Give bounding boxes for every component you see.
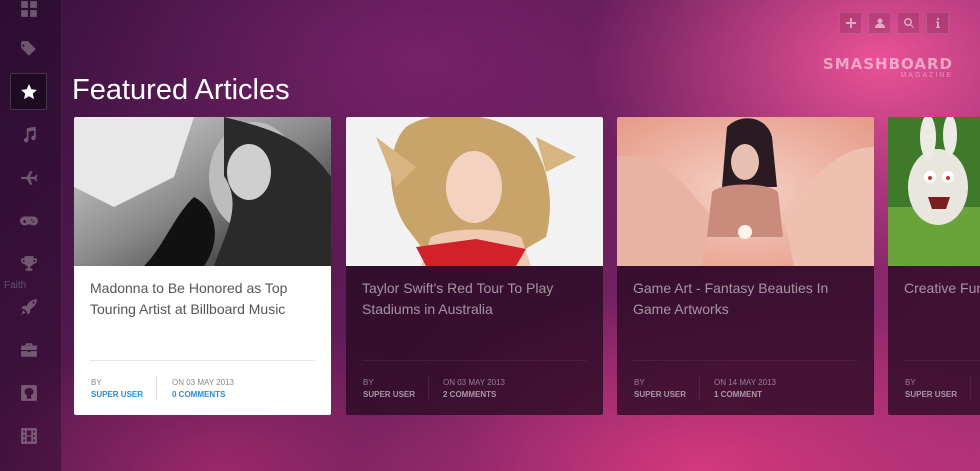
article-image[interactable] bbox=[617, 117, 874, 266]
author-meta: BY SUPER USER bbox=[634, 377, 686, 401]
user-button[interactable] bbox=[868, 12, 891, 34]
article-image[interactable] bbox=[888, 117, 980, 266]
sidebar-item-startups[interactable] bbox=[10, 288, 47, 325]
trophy-icon bbox=[20, 255, 37, 271]
author-link[interactable]: SUPER USER bbox=[91, 389, 143, 401]
rocket-icon bbox=[20, 298, 37, 315]
comments-link[interactable]: 0 COMMENTS bbox=[172, 389, 234, 401]
info-button[interactable] bbox=[926, 12, 949, 34]
divider bbox=[362, 360, 587, 361]
comments-link[interactable]: 1 COMMENT bbox=[714, 389, 776, 401]
article-date: ON 03 MAY 2013 bbox=[172, 378, 234, 387]
sidebar-item-games[interactable] bbox=[10, 202, 47, 239]
sidebar-item-code[interactable] bbox=[10, 374, 47, 411]
author-meta: BY SUPER USER bbox=[905, 377, 957, 401]
by-label: BY bbox=[363, 378, 374, 387]
article-card[interactable]: Creative Fun BY SUPER USER bbox=[888, 117, 980, 415]
film-icon bbox=[20, 427, 37, 444]
sidebar-item-movies[interactable] bbox=[10, 417, 47, 454]
article-title[interactable]: Creative Fun bbox=[904, 278, 980, 299]
by-label: BY bbox=[91, 378, 102, 387]
plane-icon bbox=[20, 170, 37, 185]
article-title[interactable]: Game Art - Fantasy Beauties In Game Artw… bbox=[633, 278, 860, 320]
music-icon bbox=[23, 126, 36, 142]
meta-separator bbox=[699, 376, 700, 400]
article-card[interactable]: Game Art - Fantasy Beauties In Game Artw… bbox=[617, 117, 874, 415]
article-card[interactable]: Taylor Swift's Red Tour To Play Stadiums… bbox=[346, 117, 603, 415]
date-meta: ON 03 MAY 2013 0 COMMENTS bbox=[172, 377, 234, 401]
meta-separator bbox=[156, 376, 157, 400]
sidebar-item-sports[interactable] bbox=[10, 245, 47, 282]
article-body: Madonna to Be Honored as Top Touring Art… bbox=[74, 266, 331, 415]
meta-separator bbox=[970, 376, 971, 400]
github-icon bbox=[20, 384, 37, 401]
search-button[interactable] bbox=[897, 12, 920, 34]
date-meta: ON 03 MAY 2013 2 COMMENTS bbox=[443, 377, 505, 401]
article-image[interactable] bbox=[74, 117, 331, 266]
meta-separator bbox=[428, 376, 429, 400]
author-link[interactable]: SUPER USER bbox=[634, 389, 686, 401]
author-link[interactable]: SUPER USER bbox=[905, 389, 957, 401]
author-meta: BY SUPER USER bbox=[91, 377, 143, 401]
tags-icon bbox=[20, 40, 36, 56]
sidebar-item-tags[interactable] bbox=[10, 30, 47, 67]
article-body: Taylor Swift's Red Tour To Play Stadiums… bbox=[346, 266, 603, 415]
divider bbox=[904, 360, 980, 361]
gamepad-icon bbox=[19, 216, 38, 225]
article-date: ON 03 MAY 2013 bbox=[443, 378, 505, 387]
sidebar-item-business[interactable] bbox=[10, 331, 47, 368]
author-link[interactable]: SUPER USER bbox=[363, 389, 415, 401]
by-label: BY bbox=[634, 378, 645, 387]
article-title[interactable]: Taylor Swift's Red Tour To Play Stadiums… bbox=[362, 278, 589, 320]
article-body: Creative Fun BY SUPER USER bbox=[888, 266, 980, 415]
grid-icon bbox=[20, 0, 37, 17]
user-icon bbox=[874, 18, 885, 28]
sidebar-item-travel[interactable] bbox=[10, 159, 47, 196]
sidebar-item-music[interactable] bbox=[10, 116, 47, 153]
logo-name: SMASHBOARD bbox=[822, 55, 953, 73]
article-image[interactable] bbox=[346, 117, 603, 266]
article-title[interactable]: Madonna to Be Honored as Top Touring Art… bbox=[90, 278, 317, 320]
divider bbox=[633, 360, 858, 361]
star-icon bbox=[20, 83, 37, 99]
site-logo[interactable]: SMASHBOARD MAGAZINE bbox=[823, 55, 953, 79]
article-card[interactable]: Madonna to Be Honored as Top Touring Art… bbox=[74, 117, 331, 415]
search-icon bbox=[903, 18, 914, 28]
logo-tagline: MAGAZINE bbox=[900, 72, 953, 79]
date-meta: ON 14 MAY 2013 1 COMMENT bbox=[714, 377, 776, 401]
by-label: BY bbox=[905, 378, 916, 387]
plus-icon bbox=[845, 18, 856, 28]
article-date: ON 14 MAY 2013 bbox=[714, 378, 776, 387]
sidebar-item-featured[interactable] bbox=[10, 73, 47, 110]
info-icon bbox=[935, 18, 940, 28]
article-body: Game Art - Fantasy Beauties In Game Artw… bbox=[617, 266, 874, 415]
divider bbox=[90, 360, 315, 361]
comments-link[interactable]: 2 COMMENTS bbox=[443, 389, 505, 401]
sidebar: Faith bbox=[0, 0, 62, 471]
author-meta: BY SUPER USER bbox=[363, 377, 415, 401]
briefcase-icon bbox=[20, 342, 37, 357]
sidebar-item-grid[interactable] bbox=[10, 0, 47, 27]
add-button[interactable] bbox=[839, 12, 862, 34]
page-title: Featured Articles bbox=[72, 74, 290, 106]
